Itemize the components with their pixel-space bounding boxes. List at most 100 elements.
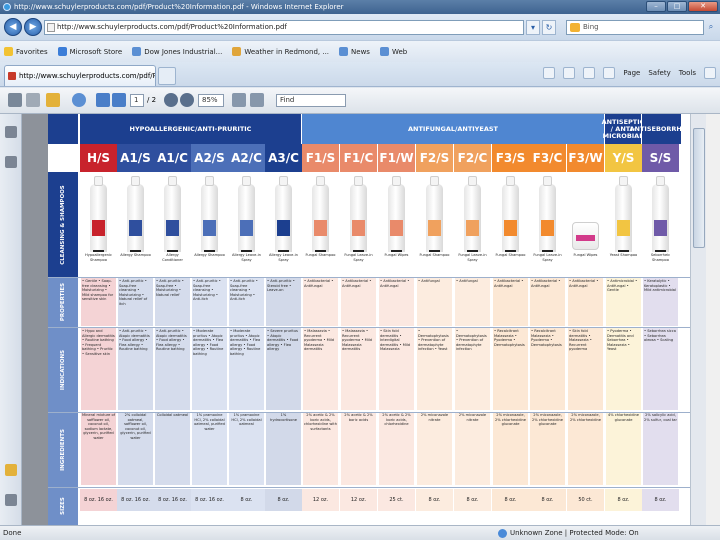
paperclip-icon[interactable] — [5, 494, 17, 506]
favorite-label: Microsoft Store — [69, 47, 123, 56]
feeds-icon[interactable] — [563, 67, 576, 79]
product-size: 25 ct. — [378, 489, 415, 511]
favorite-label: Weather in Redmond, ... — [244, 47, 330, 56]
product-ind: • Skin fold dermatitis • Interdigital de… — [379, 328, 414, 410]
product-props: • Anti-pruritic • Steroid free • Leave-o… — [266, 278, 301, 326]
product-desc: Fungal Leave-in Spray — [341, 252, 376, 276]
save-icon[interactable] — [26, 93, 40, 107]
product-ingr: 1% pramoxine HCl, 2% colloidal oatmeal, … — [192, 412, 227, 485]
bottle-cap — [506, 176, 515, 186]
bottle-label — [617, 220, 630, 236]
next-page-icon[interactable] — [112, 93, 126, 107]
mail-icon[interactable] — [583, 67, 596, 79]
favorite-item[interactable]: Favorites — [4, 47, 48, 56]
favorite-item[interactable]: Weather in Redmond, ... — [232, 47, 329, 56]
row-divider — [48, 277, 712, 278]
url-field[interactable]: http://www.schuylerproducts.com/pdf/Prod… — [44, 20, 524, 35]
favorite-item[interactable]: Dow Jones Industrial... — [132, 47, 222, 56]
zoom-in-icon[interactable] — [180, 93, 194, 107]
safety-menu[interactable]: Safety — [648, 69, 670, 77]
minimize-button[interactable]: – — [646, 1, 666, 12]
previous-page-icon[interactable] — [96, 93, 110, 107]
product-column: A1/S Allergy Shampoo • Anti-pruritic • Soa… — [117, 144, 154, 525]
pages-icon[interactable] — [5, 126, 17, 138]
favorite-item[interactable]: News — [339, 47, 370, 56]
fit-page-icon[interactable] — [232, 93, 246, 107]
page-icon — [47, 23, 55, 32]
product-ingr: 2% acetic & 2% boric acids, chlorhexidin… — [303, 412, 338, 485]
page-menu[interactable]: Page — [623, 69, 640, 77]
tab-row: http://www.schuylerproducts.com/pdf/Prod… — [0, 62, 720, 87]
favorite-icon — [379, 47, 389, 56]
product-code: A2/C — [228, 144, 265, 172]
product-code: S/S — [642, 144, 679, 172]
product-code: F1/W — [378, 144, 415, 172]
product-size: 8 oz. — [228, 489, 265, 511]
product-size: 8 oz. 16 oz. — [117, 489, 154, 511]
find-input[interactable]: Find — [276, 94, 346, 107]
product-ingr: Mineral mixture of safflower oil, coconu… — [81, 412, 116, 485]
refresh-icon[interactable]: ↻ — [542, 20, 556, 35]
comments-icon[interactable] — [5, 464, 17, 476]
page-number-input[interactable]: 1 — [130, 94, 144, 107]
forward-button[interactable]: ▶ — [24, 18, 42, 36]
maximize-button[interactable]: □ — [667, 1, 687, 12]
product-ingr: 2% miconazole nitrate — [417, 412, 452, 485]
product-ingr: 4% chlorhexidine gluconate — [606, 412, 641, 485]
product-size: 8 oz. — [416, 489, 453, 511]
product-ind: • Recalcitrant Malassezia • Pyoderma • D… — [493, 328, 528, 410]
bottle-icon — [464, 176, 481, 262]
product-ingr: 2% salicylic acid, 2% sulfur, coal tar — [643, 412, 678, 485]
hand-tool-icon[interactable] — [72, 93, 86, 107]
close-button[interactable]: ✕ — [688, 1, 718, 12]
product-code: A2/S — [191, 144, 228, 172]
pdf-page: CLEANSING & SHAMPOOS PROPERTIES INDICATION… — [48, 114, 712, 525]
bottle-cap — [656, 176, 665, 186]
attachments-icon[interactable] — [5, 156, 17, 168]
product-props: • Antimicrobial • Antifungal • Gentle — [606, 278, 641, 326]
product-column: A3/C Allergy Leave-in Spray • Anti-pruriti… — [265, 144, 302, 525]
product-size: 8 oz. 16 oz. — [191, 489, 228, 511]
bottle-cap — [430, 176, 439, 186]
search-input[interactable]: Bing — [566, 20, 704, 35]
bottle-icon — [312, 176, 329, 262]
row-label-text: SIZES — [60, 497, 66, 515]
tools-menu[interactable]: Tools — [679, 69, 696, 77]
product-desc: Fungal Shampoo — [417, 252, 452, 276]
bottle-label — [203, 220, 216, 236]
print-icon[interactable] — [8, 93, 22, 107]
new-tab-button[interactable] — [158, 67, 176, 85]
home-icon[interactable] — [543, 67, 556, 79]
vertical-scrollbar[interactable] — [690, 114, 706, 525]
security-zone: Unknown Zone | Protected Mode: On — [510, 529, 639, 537]
product-size: 8 oz. — [642, 489, 679, 511]
fit-width-icon[interactable] — [250, 93, 264, 107]
bottle-cap — [392, 176, 401, 186]
pdf-document-area[interactable]: CLEANSING & SHAMPOOS PROPERTIES INDICATION… — [22, 114, 720, 525]
dropdown-icon[interactable]: ▾ — [526, 20, 540, 35]
jar-label — [576, 235, 595, 241]
product-ingr: Colloidal oatmeal — [155, 412, 190, 485]
product-ind: • Skin fold dermatitis • Malassezia • Re… — [568, 328, 603, 410]
product-code: F1/S — [302, 144, 339, 172]
product-size: 8 oz. 16 oz. — [80, 489, 117, 511]
print-icon[interactable] — [603, 67, 616, 79]
product-code: A1/S — [117, 144, 154, 172]
product-ind: • Dermatophytosis • Prevention of dermat… — [417, 328, 452, 410]
star-icon — [4, 47, 13, 56]
share-icon[interactable] — [46, 93, 60, 107]
tab-pdf[interactable]: http://www.schuylerproducts.com/pdf/Prod… — [4, 65, 156, 86]
bottle-icon — [426, 176, 443, 262]
product-code: F3/S — [492, 144, 529, 172]
zoom-out-icon[interactable] — [164, 93, 178, 107]
row-label: INGREDIENTS — [48, 412, 78, 487]
favorite-item[interactable]: Microsoft Store — [57, 47, 123, 56]
scrollbar-thumb[interactable] — [693, 128, 705, 248]
favorite-icon — [132, 47, 142, 56]
search-icon[interactable]: ⌕ — [705, 20, 717, 35]
back-button[interactable]: ◀ — [4, 18, 22, 36]
zoom-select[interactable]: 85% — [198, 94, 224, 107]
favorite-item[interactable]: Web — [379, 47, 407, 56]
product-ind: • Malassezia • Recurrent pyoderma • Mild… — [341, 328, 376, 410]
help-icon[interactable] — [704, 67, 716, 79]
